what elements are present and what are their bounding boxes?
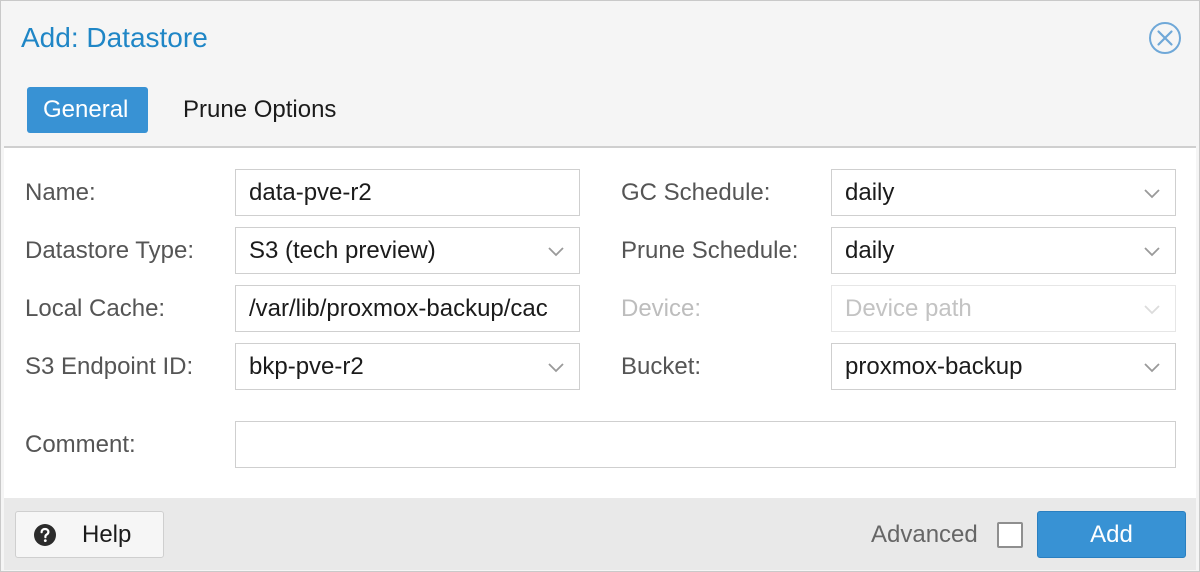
datastore-type-select[interactable]: S3 (tech preview) [235,227,580,274]
dialog-footer: Help Advanced Add [4,498,1196,570]
bucket-label: Bucket: [621,353,702,380]
datastore-type-label: Datastore Type: [25,237,194,264]
prune-schedule-select[interactable]: daily [831,227,1176,274]
comment-label: Comment: [25,431,136,458]
tab-prune-options[interactable]: Prune Options [167,87,352,133]
name-input[interactable]: data-pve-r2 [235,169,580,216]
device-label: Device: [621,295,702,322]
advanced-label: Advanced [871,521,978,548]
add-datastore-dialog: Add: Datastore General Prune Options Nam… [0,0,1200,572]
gc-schedule-label: GC Schedule: [621,179,771,206]
gc-schedule-select[interactable]: daily [831,169,1176,216]
chevron-down-icon [1144,305,1160,315]
name-value: data-pve-r2 [249,179,372,206]
local-cache-value: /var/lib/proxmox-backup/cac [249,295,548,322]
comment-input[interactable] [235,421,1176,468]
chevron-down-icon [548,247,564,257]
local-cache-input[interactable]: /var/lib/proxmox-backup/cac [235,285,580,332]
question-circle-icon [34,524,56,546]
help-label: Help [82,521,132,548]
gc-schedule-value: daily [845,179,895,206]
chevron-down-icon [1144,363,1160,373]
dialog-title: Add: Datastore [21,22,208,53]
chevron-down-icon [1144,189,1160,199]
add-button[interactable]: Add [1037,511,1186,558]
s3-endpoint-id-select[interactable]: bkp-pve-r2 [235,343,580,390]
name-label: Name: [25,179,96,206]
advanced-checkbox[interactable] [997,522,1023,548]
help-button[interactable]: Help [15,511,164,558]
bucket-value: proxmox-backup [845,353,1023,380]
general-panel: Name: data-pve-r2 Datastore Type: S3 (te… [4,146,1196,498]
device-select: Device path [831,285,1176,332]
prune-schedule-value: daily [845,237,895,264]
s3-endpoint-id-value: bkp-pve-r2 [249,353,364,380]
prune-schedule-label: Prune Schedule: [621,237,799,264]
bucket-select[interactable]: proxmox-backup [831,343,1176,390]
tab-general[interactable]: General [27,87,148,133]
close-icon[interactable] [1147,20,1183,56]
local-cache-label: Local Cache: [25,295,166,322]
chevron-down-icon [1144,247,1160,257]
s3-endpoint-id-label: S3 Endpoint ID: [25,353,194,380]
device-placeholder: Device path [845,295,972,322]
datastore-type-value: S3 (tech preview) [249,237,436,264]
chevron-down-icon [548,363,564,373]
